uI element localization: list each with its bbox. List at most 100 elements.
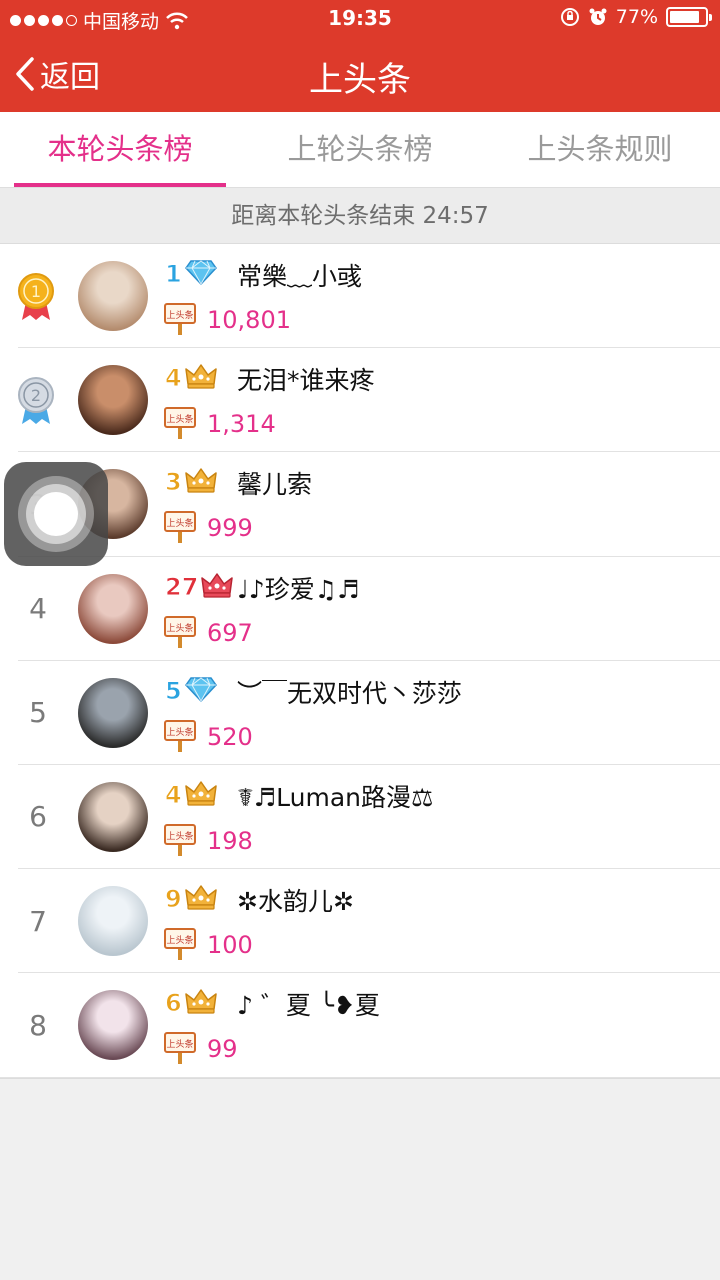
level-badge: 1	[165, 258, 218, 290]
tab-previous-ranking[interactable]: 上轮头条榜	[240, 112, 480, 187]
level-badge: 4	[165, 362, 218, 394]
svg-text:上头条: 上头条	[166, 830, 193, 842]
level-number: 9	[165, 885, 183, 914]
score-group: 上头条 10,801	[163, 300, 291, 340]
rotation-lock-icon	[560, 8, 579, 26]
user-name: 常樂﹏小彧	[237, 262, 363, 291]
svg-text:上头条: 上头条	[166, 413, 193, 425]
ranking-row[interactable]: 1 1 常樂﹏小彧上头条 10,801	[0, 244, 720, 349]
score-group: 上头条 999	[163, 508, 253, 548]
svg-text:上头条: 上头条	[166, 517, 193, 529]
score-group: 上头条 100	[163, 925, 253, 965]
score-value: 10,801	[207, 306, 291, 334]
score-value: 100	[207, 931, 253, 960]
ranking-row[interactable]: 4 27 ♩♪珍爱♫♬ 上头条 697	[0, 557, 720, 661]
level-number: 6	[165, 989, 183, 1018]
avatar[interactable]	[78, 573, 148, 644]
rank-number: 4	[29, 592, 47, 626]
headline-sign-icon: 上头条	[163, 925, 199, 965]
avatar[interactable]	[78, 990, 148, 1061]
level-badge: 3	[165, 466, 218, 498]
score-value: 697	[207, 618, 253, 647]
user-name: ✲水韵儿✲	[237, 887, 354, 917]
svg-text:上头条: 上头条	[166, 726, 193, 738]
score-value: 999	[207, 514, 253, 543]
score-value: 198	[207, 826, 253, 855]
ranking-row[interactable]: 6 4 ☤♬Luman路漫⚖ 上头条 198	[0, 765, 720, 870]
crown-icon	[184, 779, 218, 811]
score-group: 上头条 1,314	[163, 404, 276, 444]
level-number: 27	[164, 572, 199, 601]
crown-icon	[184, 466, 218, 498]
diamond-icon	[184, 675, 218, 707]
level-badge: 4	[165, 779, 218, 811]
status-bar: 中国移动 19:35 77%	[0, 0, 720, 38]
headline-sign-icon: 上头条	[163, 404, 199, 444]
avatar[interactable]	[78, 677, 148, 748]
level-badge: 6	[165, 987, 218, 1019]
avatar[interactable]	[78, 365, 148, 436]
ranking-row[interactable]: 2 4 无泪*谁来疼上头条 1,314	[0, 348, 720, 453]
ranking-row[interactable]: 33馨儿索上头条999	[0, 452, 720, 557]
score-group: 上头条 99	[163, 1029, 238, 1069]
ranking-row[interactable]: 5 5 ︶￣无双时代丶莎莎上头条 520	[0, 661, 720, 766]
svg-text:上头条: 上头条	[166, 934, 193, 946]
svg-text:1: 1	[31, 282, 41, 301]
rank-number: 5	[29, 696, 47, 730]
gold-medal-icon: 1	[16, 272, 56, 326]
tab-bar: 本轮头条榜 上轮头条榜 上头条规则	[0, 112, 720, 188]
red-crown-icon	[200, 571, 234, 603]
tab-rules[interactable]: 上头条规则	[480, 112, 720, 187]
nav-bar: 返回 上头条	[0, 38, 720, 112]
app-header: 中国移动 19:35 77% 返回 上头条	[0, 0, 720, 112]
svg-text:上头条: 上头条	[166, 309, 193, 321]
user-name: ♪ ゛夏 ╰❥夏	[237, 991, 380, 1021]
level-number: 1	[165, 260, 183, 289]
score-group: 上头条 697	[163, 613, 253, 653]
diamond-icon	[184, 258, 218, 290]
headline-sign-icon: 上头条	[163, 717, 199, 757]
battery-icon	[666, 7, 712, 27]
tab-current-ranking[interactable]: 本轮头条榜	[0, 112, 240, 187]
level-number: 3	[165, 468, 183, 497]
rank-number: 8	[29, 1008, 47, 1042]
score-value: 1,314	[207, 410, 276, 439]
user-name: ☤♬Luman路漫⚖	[237, 782, 434, 812]
crown-icon	[184, 362, 218, 394]
score-group: 上头条 198	[163, 821, 253, 861]
headline-sign-icon: 上头条	[163, 613, 199, 653]
rank-number: 6	[29, 800, 47, 834]
svg-text:2: 2	[31, 386, 41, 405]
alarm-icon	[589, 8, 607, 25]
avatar[interactable]	[78, 886, 148, 957]
ranking-row[interactable]: 8 6 ♪ ゛夏 ╰❥夏上头条 99	[0, 973, 720, 1078]
headline-sign-icon: 上头条	[163, 300, 199, 340]
silver-medal-icon: 2	[16, 376, 56, 430]
rank-number: 7	[29, 904, 47, 938]
level-badge: 27	[164, 571, 234, 603]
avatar[interactable]	[78, 261, 148, 331]
countdown-banner: 距离本轮头条结束 24:57	[0, 188, 720, 244]
headline-sign-icon: 上头条	[163, 508, 199, 548]
score-value: 520	[207, 722, 253, 751]
avatar[interactable]	[78, 781, 148, 852]
ranking-list: 11常樂﹏小彧上头条10,80124无泪*谁来疼上头条1,31433馨儿索上头条…	[0, 244, 720, 1079]
crown-icon	[184, 987, 218, 1019]
svg-text:上头条: 上头条	[166, 1038, 193, 1050]
level-badge: 9	[165, 883, 218, 915]
user-name: 无泪*谁来疼	[237, 366, 375, 396]
score-group: 上头条 520	[163, 717, 253, 757]
headline-sign-icon: 上头条	[163, 821, 199, 861]
user-name: ♩♪珍爱♫♬	[237, 574, 360, 604]
score-value: 99	[207, 1035, 238, 1064]
level-number: 4	[165, 780, 183, 809]
battery-percent: 77%	[615, 6, 658, 28]
assistive-touch-button[interactable]	[4, 462, 108, 566]
page-title: 上头条	[309, 60, 411, 100]
ranking-row[interactable]: 7 9 ✲水韵儿✲ 上头条 100	[0, 869, 720, 974]
crown-icon	[184, 883, 218, 915]
level-badge: 5	[165, 675, 218, 707]
user-name: ︶￣无双时代丶莎莎	[237, 678, 463, 708]
svg-text:上头条: 上头条	[166, 622, 193, 634]
user-name: 馨儿索	[237, 470, 313, 500]
